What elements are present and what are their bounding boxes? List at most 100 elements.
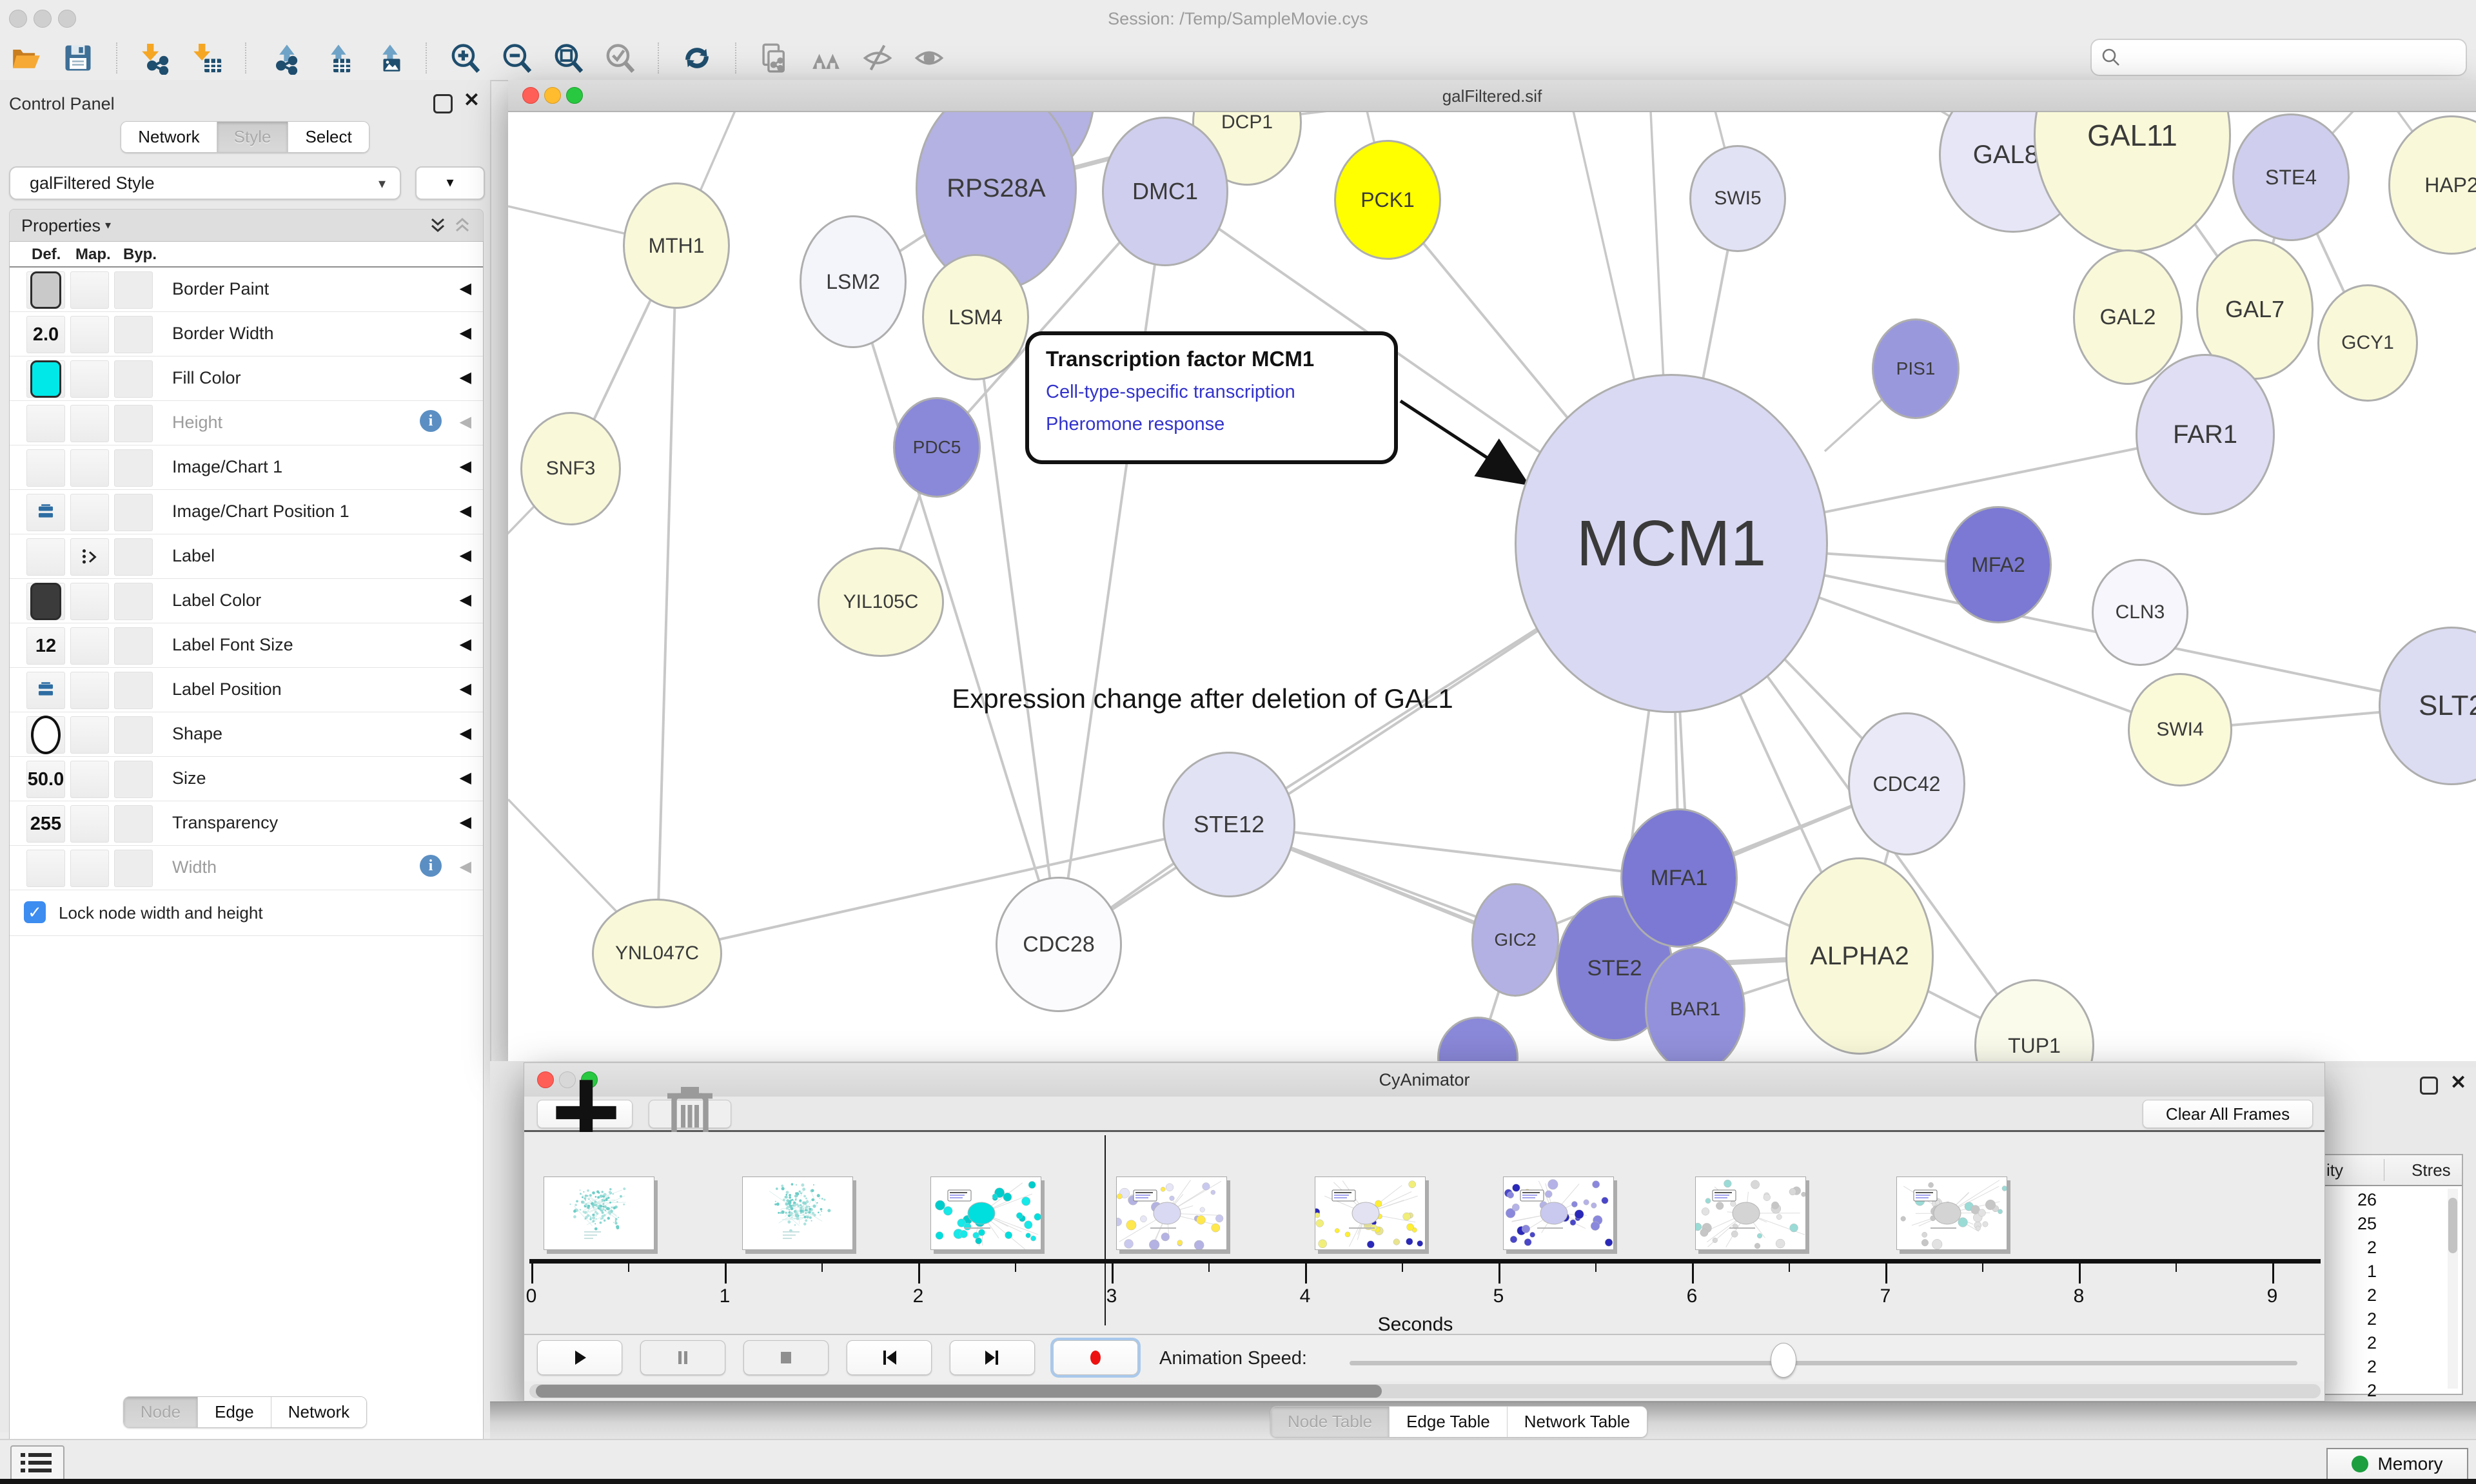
animation-speed-slider-handle[interactable] — [1771, 1343, 1796, 1378]
bypass-cell[interactable] — [114, 850, 153, 887]
close-panel-icon[interactable]: ✕ — [464, 93, 480, 108]
table-cell-connectivity[interactable]: 1 — [2321, 1262, 2377, 1282]
tab-edge[interactable]: Edge — [198, 1397, 271, 1427]
zoom-fit-icon[interactable] — [551, 41, 585, 75]
mapping-cell[interactable] — [70, 538, 109, 576]
annotation-link[interactable]: Pheromone response — [1046, 414, 1224, 435]
default-value-cell[interactable] — [26, 583, 65, 620]
animation-frame-1[interactable] — [544, 1176, 654, 1250]
open-session-icon[interactable] — [9, 41, 44, 75]
zoom-out-icon[interactable] — [499, 41, 534, 75]
network-node-pck1[interactable]: PCK1 — [1334, 140, 1441, 260]
table-scrollbar[interactable] — [2448, 1189, 2458, 1389]
network-node-mfa1[interactable]: MFA1 — [1620, 808, 1738, 948]
annotation-box[interactable]: Transcription factor MCM1 Cell-type-spec… — [1025, 331, 1398, 464]
network-node-lsm4[interactable]: LSM4 — [922, 254, 1029, 380]
mapping-cell[interactable] — [70, 449, 109, 487]
bypass-cell[interactable] — [114, 761, 153, 798]
network-node-gcy1[interactable]: GCY1 — [2317, 284, 2418, 402]
animation-frame-4[interactable] — [1116, 1176, 1227, 1250]
animation-frame-6[interactable] — [1503, 1176, 1614, 1250]
expand-property-icon[interactable]: ◀ — [460, 768, 471, 787]
tab-network[interactable]: Network — [121, 122, 217, 152]
network-node-alpha2[interactable]: ALPHA2 — [1785, 857, 1934, 1055]
network-window-titlebar[interactable]: galFiltered.sif — [508, 80, 2476, 112]
import-table-icon[interactable] — [190, 41, 224, 75]
default-value-cell[interactable] — [26, 449, 65, 487]
property-row-shape[interactable]: Shape◀ — [10, 712, 483, 757]
default-value-cell[interactable]: 255 — [26, 805, 65, 843]
mapping-cell[interactable] — [70, 583, 109, 620]
search-input[interactable] — [2128, 43, 2453, 71]
animation-speed-slider[interactable] — [1350, 1361, 2297, 1365]
network-node-gal2[interactable]: GAL2 — [2073, 249, 2183, 385]
export-table-icon[interactable] — [319, 41, 353, 75]
expand-property-icon[interactable]: ◀ — [460, 724, 471, 743]
property-row-border-paint[interactable]: Border Paint◀ — [10, 268, 483, 312]
network-node-pis1[interactable]: PIS1 — [1872, 318, 1960, 419]
bypass-cell[interactable] — [114, 716, 153, 754]
properties-header[interactable]: Properties ▾ — [9, 209, 484, 242]
zoom-selected-icon[interactable] — [602, 41, 637, 75]
expand-property-icon[interactable]: ◀ — [460, 324, 471, 342]
tab-network[interactable]: Network — [271, 1397, 366, 1427]
property-row-image-chart-position-1[interactable]: Image/Chart Position 1◀ — [10, 490, 483, 534]
export-network-icon[interactable] — [267, 41, 302, 75]
cyanimator-scrollbar-thumb[interactable] — [536, 1385, 1382, 1398]
add-frame-button[interactable] — [537, 1100, 633, 1128]
mapping-cell[interactable] — [70, 271, 109, 309]
expand-property-icon[interactable]: ◀ — [460, 857, 471, 876]
bypass-cell[interactable] — [114, 672, 153, 709]
network-node-ste4[interactable]: STE4 — [2232, 113, 2350, 241]
default-value-cell[interactable]: 12 — [26, 627, 65, 665]
import-network-icon[interactable] — [138, 41, 173, 75]
expand-property-icon[interactable]: ◀ — [460, 368, 471, 387]
table-cell-connectivity[interactable]: 2 — [2321, 1238, 2377, 1258]
save-session-icon[interactable] — [61, 41, 95, 75]
bypass-cell[interactable] — [114, 538, 153, 576]
hide-selected-icon[interactable] — [860, 41, 895, 75]
expand-property-icon[interactable]: ◀ — [460, 502, 471, 520]
default-value-cell[interactable] — [26, 494, 65, 531]
bypass-cell[interactable] — [114, 271, 153, 309]
memory-button[interactable]: Memory — [2326, 1448, 2468, 1480]
play-button[interactable] — [537, 1340, 622, 1375]
stop-button[interactable] — [743, 1340, 829, 1375]
network-canvas[interactable]: DCP1RPS28ADMC1PCK1SWI5GAL80GAL11STE4HAP2… — [508, 112, 2476, 1061]
mapping-cell[interactable] — [70, 761, 109, 798]
tab-node[interactable]: Node — [124, 1397, 198, 1427]
property-row-label-font-size[interactable]: 12Label Font Size◀ — [10, 623, 483, 668]
network-node-yil105c[interactable]: YIL105C — [818, 547, 944, 657]
duplicate-network-icon[interactable] — [757, 41, 792, 75]
network-node-mth1[interactable]: MTH1 — [623, 182, 730, 309]
default-value-cell[interactable] — [26, 716, 65, 754]
cyanimator-scrollbar[interactable] — [529, 1384, 2321, 1398]
property-row-border-width[interactable]: 2.0Border Width◀ — [10, 312, 483, 356]
mapping-cell[interactable] — [70, 627, 109, 665]
bypass-cell[interactable] — [114, 583, 153, 620]
property-row-height[interactable]: Heighti◀ — [10, 401, 483, 445]
default-value-cell[interactable] — [26, 850, 65, 887]
network-node-cln3[interactable]: CLN3 — [2092, 559, 2188, 666]
network-node-cdc42[interactable]: CDC42 — [1848, 712, 1965, 855]
record-button[interactable] — [1053, 1340, 1138, 1375]
info-icon[interactable]: i — [420, 410, 442, 432]
network-node-snf3[interactable]: SNF3 — [520, 412, 621, 525]
table-cell-connectivity[interactable]: 2 — [2321, 1285, 2377, 1305]
cyanimator-titlebar[interactable]: CyAnimator — [524, 1063, 2324, 1097]
float-panel-icon[interactable] — [433, 94, 453, 117]
show-panels-button[interactable] — [10, 1445, 64, 1481]
export-image-icon[interactable] — [370, 41, 405, 75]
property-row-transparency[interactable]: 255Transparency◀ — [10, 801, 483, 846]
first-neighbors-icon[interactable] — [809, 41, 843, 75]
expand-property-icon[interactable]: ◀ — [460, 635, 471, 654]
style-options-button[interactable]: ▾ — [415, 166, 485, 200]
network-node-dmc1[interactable]: DMC1 — [1102, 117, 1228, 266]
animation-frame-5[interactable] — [1315, 1176, 1426, 1250]
network-node-mcm1[interactable]: MCM1 — [1515, 374, 1828, 713]
table-cell-connectivity[interactable]: 26 — [2321, 1190, 2377, 1210]
float-panel-icon[interactable] — [2420, 1077, 2438, 1098]
animation-frame-8[interactable] — [1896, 1176, 2007, 1250]
expand-property-icon[interactable]: ◀ — [460, 546, 471, 565]
lock-checkbox[interactable]: ✓ — [24, 901, 46, 923]
